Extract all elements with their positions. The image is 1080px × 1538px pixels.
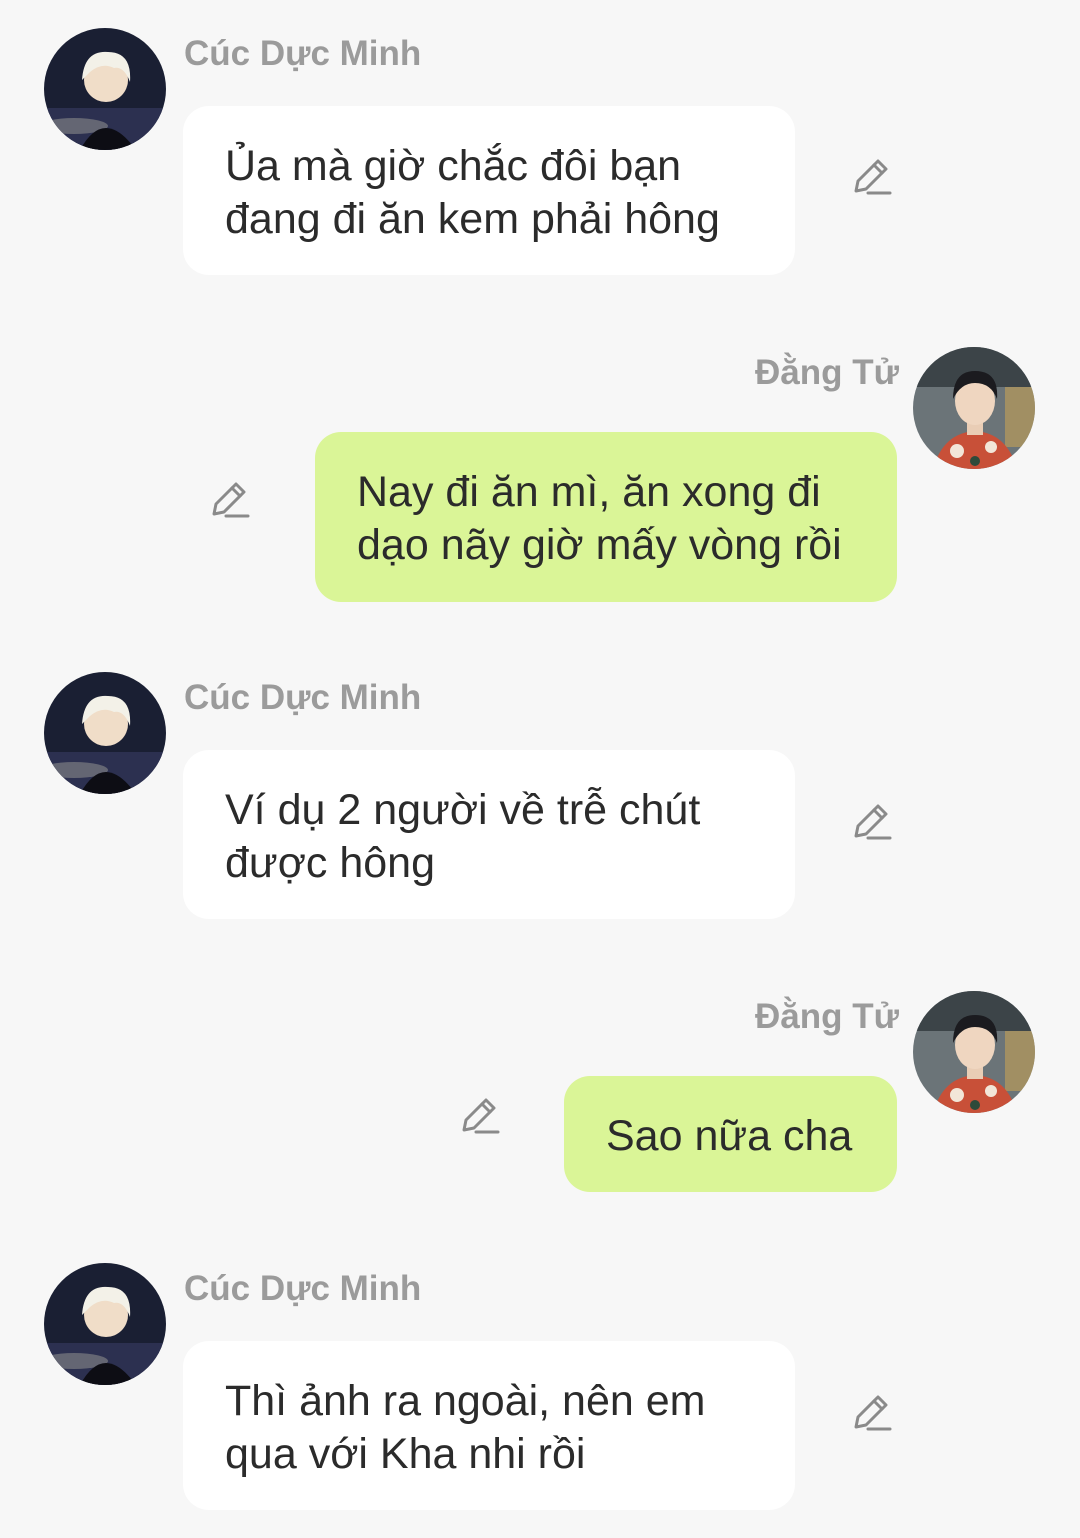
message-bubble[interactable]: Sao nữa cha [564, 1076, 897, 1192]
message-line: Thì ảnh ra ngoài, nên em [225, 1377, 706, 1425]
pencil-edit-icon[interactable] [850, 155, 894, 199]
message-bubble[interactable]: Ủa mà giờ chắc đôi bạn đang đi ăn kem ph… [183, 106, 795, 275]
avatar-dang-tu[interactable] [913, 347, 1035, 469]
message-line: Sao nữa cha [606, 1112, 853, 1160]
avatar-dang-tu[interactable] [913, 991, 1035, 1113]
pencil-edit-icon[interactable] [850, 1391, 894, 1435]
sender-name: Cúc Dực Minh [184, 678, 422, 717]
message-line: dạo nãy giờ mấy vòng rồi [357, 521, 842, 569]
pencil-edit-icon[interactable] [850, 800, 894, 844]
avatar-cuc-duc-minh[interactable] [44, 1263, 166, 1385]
message-line: Nay đi ăn mì, ăn xong đi [357, 468, 821, 516]
sender-name: Cúc Dực Minh [184, 1269, 422, 1308]
message-bubble[interactable]: Thì ảnh ra ngoài, nên em qua với Kha nhi… [183, 1341, 795, 1510]
sender-name: Đằng Tử [755, 353, 899, 392]
avatar-cuc-duc-minh[interactable] [44, 672, 166, 794]
avatar-cuc-duc-minh[interactable] [44, 28, 166, 150]
message-line: Ví dụ 2 người về trễ chút [225, 786, 701, 834]
message-bubble[interactable]: Nay đi ăn mì, ăn xong đi dạo nãy giờ mấy… [315, 432, 897, 602]
pencil-edit-icon[interactable] [208, 478, 252, 522]
message-bubble[interactable]: Ví dụ 2 người về trễ chút được hông [183, 750, 795, 919]
message-line: đang đi ăn kem phải hông [225, 195, 720, 243]
pencil-edit-icon[interactable] [458, 1094, 502, 1138]
sender-name: Cúc Dực Minh [184, 34, 422, 73]
message-line: Ủa mà giờ chắc đôi bạn [225, 142, 682, 190]
message-line: qua với Kha nhi rồi [225, 1430, 586, 1478]
message-line: được hông [225, 839, 436, 887]
sender-name: Đằng Tử [755, 997, 899, 1036]
